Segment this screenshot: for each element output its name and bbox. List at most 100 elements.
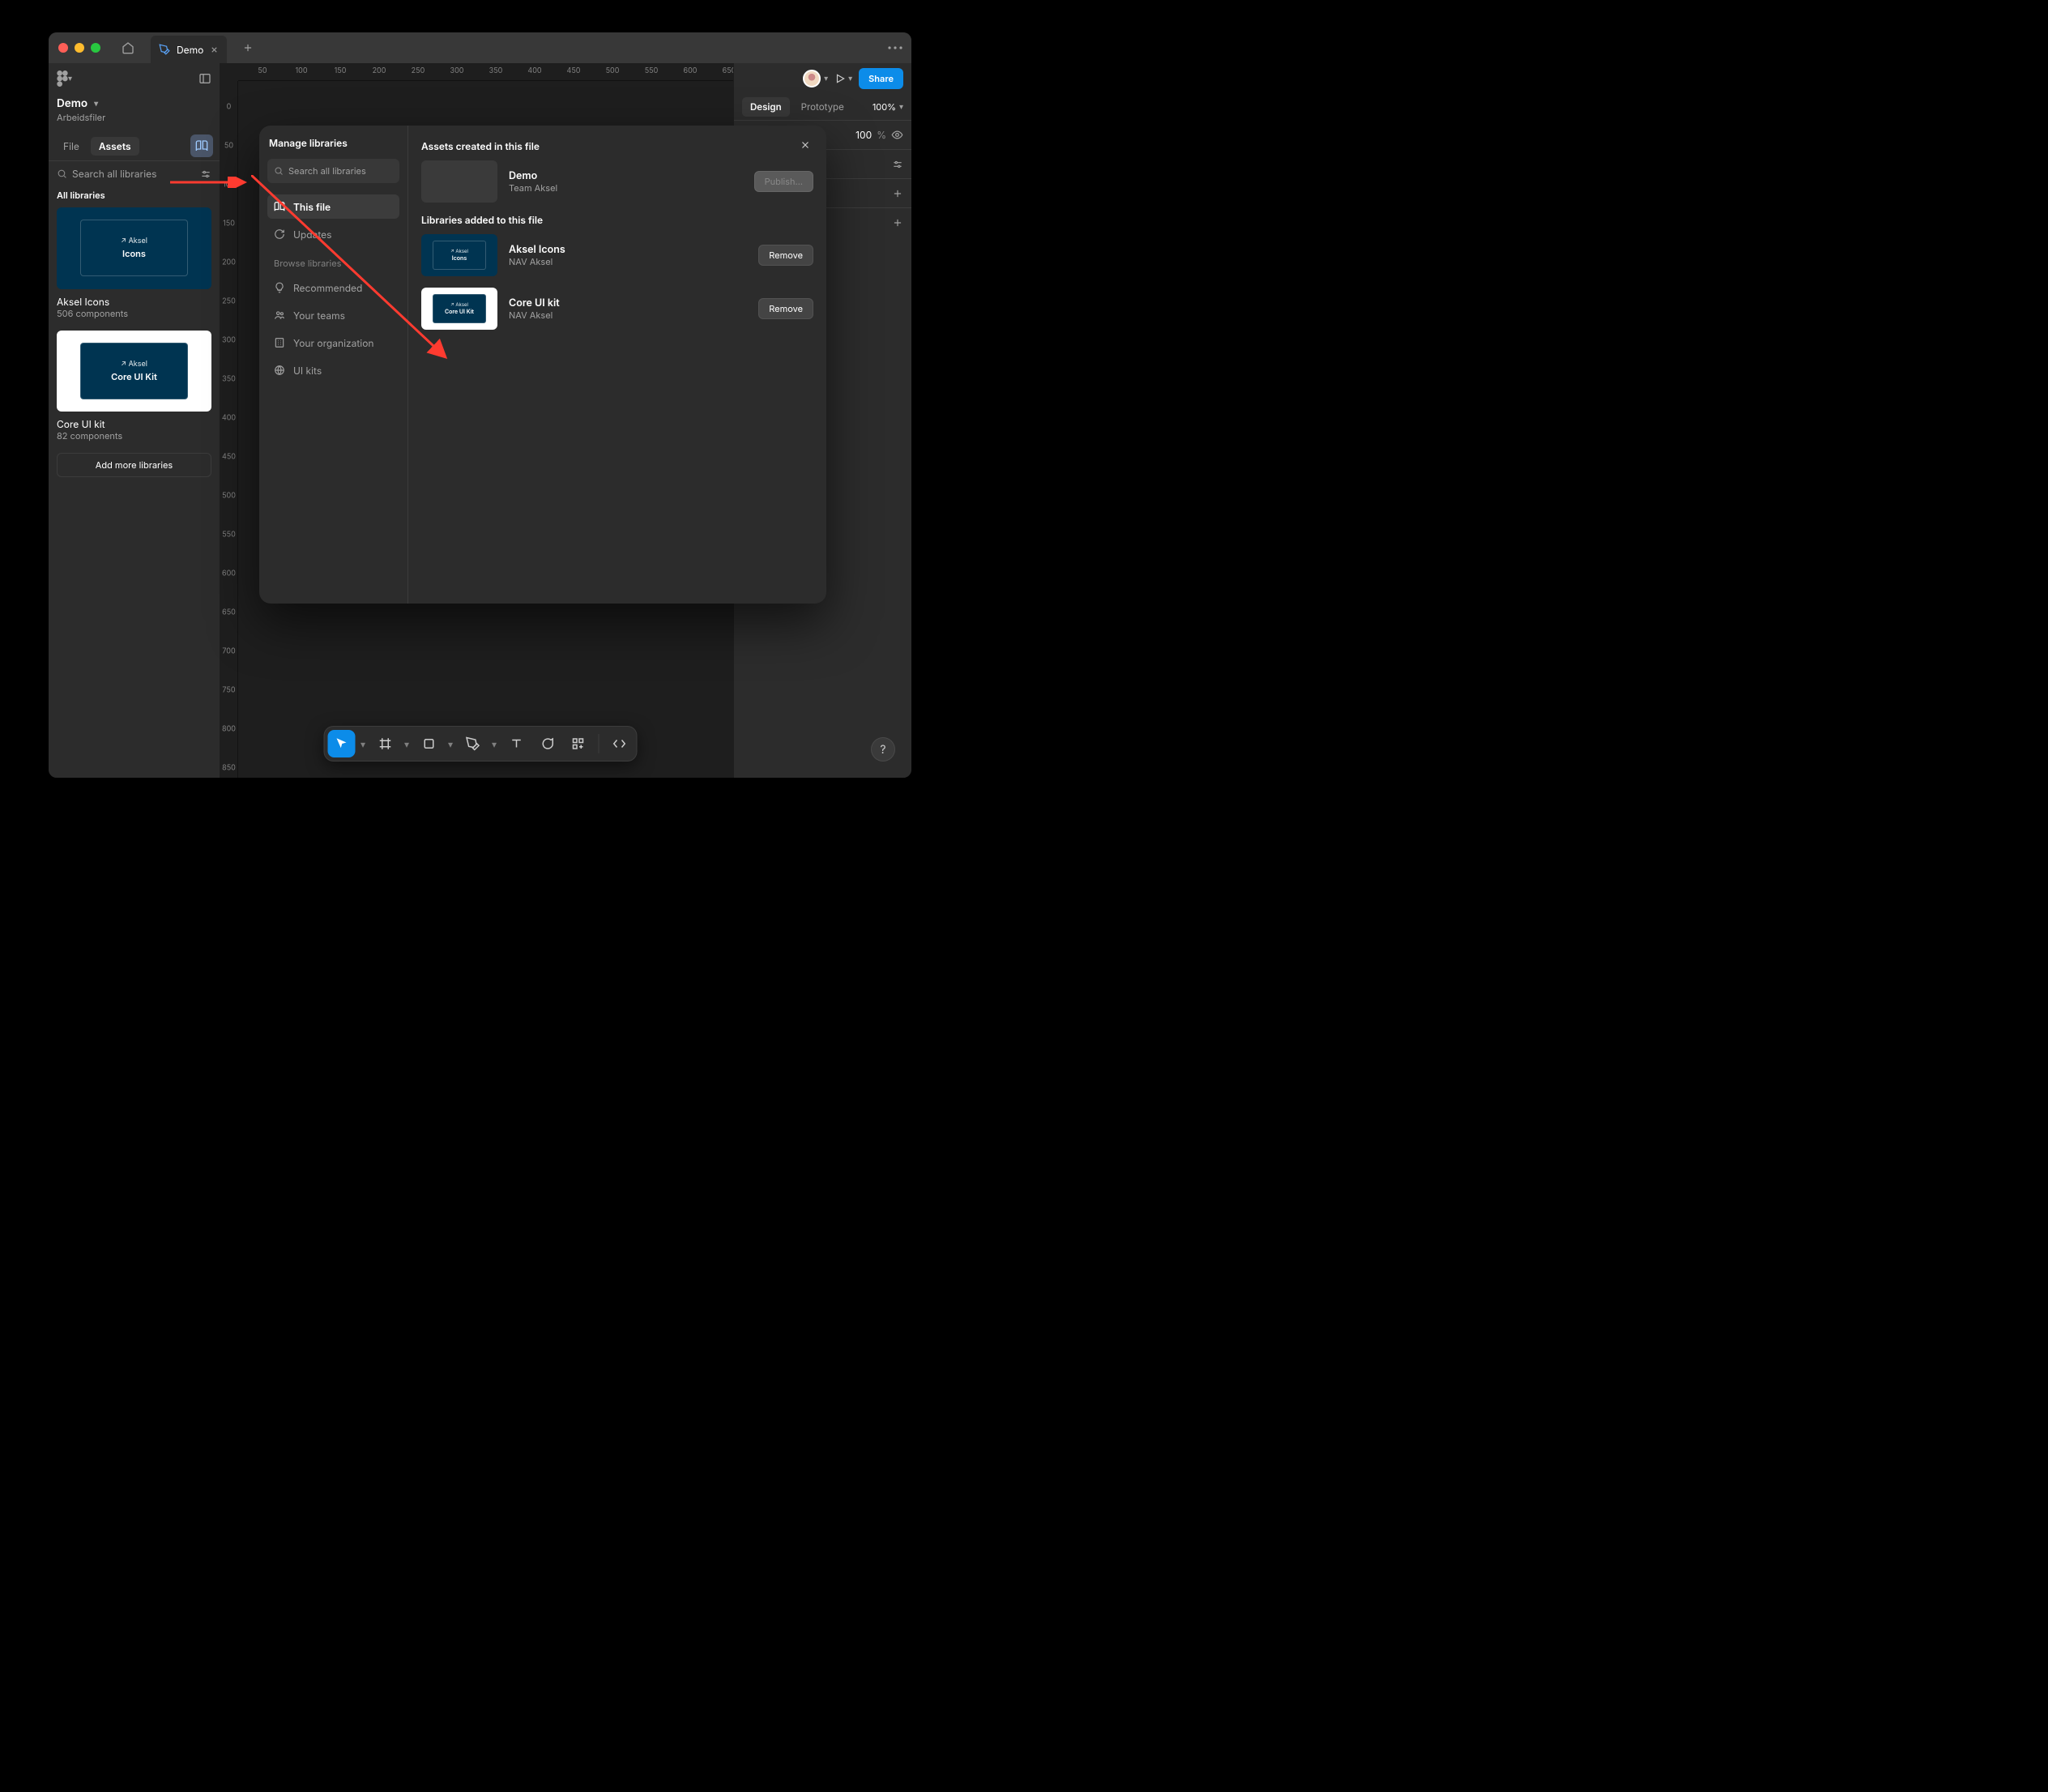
modal-main: Assets created in this file Demo Team Ak… (408, 126, 826, 604)
bottom-toolbar: ▾ ▾ ▾ ▾ (323, 726, 637, 762)
left-panel: ▾ Demo ▾ Arbeidsfiler File Assets (49, 63, 220, 778)
remove-library-button[interactable]: Remove (758, 245, 813, 266)
present-button[interactable]: ▾ (834, 73, 852, 84)
library-card[interactable]: ↗ Aksel Core UI Kit Core UI kit 82 compo… (49, 331, 220, 454)
building-icon (274, 337, 285, 348)
app-window: Demo (49, 32, 911, 778)
actions-tool[interactable] (564, 730, 591, 757)
zoom-dropdown[interactable]: 100%▾ (873, 101, 903, 113)
page-opacity-unit: % (877, 129, 886, 141)
nav-this-file[interactable]: This file (267, 194, 399, 219)
add-export-icon[interactable] (892, 188, 903, 199)
local-styles-settings-icon[interactable] (892, 159, 903, 170)
publish-button[interactable]: Publish… (754, 171, 813, 192)
tab-assets[interactable]: Assets (91, 137, 139, 156)
window-controls (58, 43, 105, 53)
comment-tool[interactable] (533, 730, 561, 757)
share-button[interactable]: Share (859, 68, 903, 89)
new-tab-button[interactable] (235, 42, 261, 53)
close-tab-icon[interactable] (210, 45, 219, 54)
titlebar-more-button[interactable] (879, 46, 911, 49)
pen-tool-caret[interactable]: ▾ (489, 738, 499, 750)
help-button[interactable]: ? (871, 737, 895, 762)
manage-libraries-modal: Manage libraries Search all libraries Th… (259, 126, 826, 604)
file-location[interactable]: Arbeidsfiler (49, 112, 220, 131)
shape-tool-caret[interactable]: ▾ (446, 738, 455, 750)
nav-recommended[interactable]: Recommended (267, 275, 399, 300)
pen-tool[interactable] (459, 730, 486, 757)
add-plugin-icon[interactable] (892, 217, 903, 228)
library-subtitle: NAV Aksel (509, 256, 747, 267)
visibility-icon[interactable] (891, 129, 903, 141)
maximize-window-button[interactable] (91, 43, 100, 53)
file-asset-subtitle: Team Aksel (509, 182, 743, 194)
frame-tool-caret[interactable]: ▾ (402, 738, 412, 750)
tab-design[interactable]: Design (742, 97, 790, 117)
figma-logo-menu[interactable]: ▾ (57, 70, 72, 87)
move-tool[interactable] (327, 730, 355, 757)
panels-icon[interactable] (198, 72, 211, 85)
library-title: Core UI kit (57, 418, 211, 430)
library-subtitle: 82 components (57, 430, 211, 442)
home-tab[interactable] (113, 34, 143, 62)
library-thumbnail: ↗ Aksel Core UI Kit (57, 331, 211, 412)
lightbulb-icon (274, 282, 285, 293)
nav-ui-kits[interactable]: UI kits (267, 358, 399, 382)
filter-icon[interactable] (200, 169, 211, 180)
minimize-window-button[interactable] (75, 43, 84, 53)
library-title: Aksel Icons (509, 244, 747, 256)
text-tool[interactable] (502, 730, 530, 757)
file-asset-thumbnail (421, 160, 497, 203)
file-name[interactable]: Demo ▾ (49, 94, 220, 112)
ruler-horizontal: 50100150200250300350400450500550600650 (238, 63, 733, 81)
file-asset-title: Demo (509, 170, 743, 182)
nav-updates[interactable]: Updates (267, 222, 399, 246)
people-icon (274, 309, 285, 321)
library-subtitle: 506 components (57, 308, 211, 319)
library-title: Aksel Icons (57, 296, 211, 308)
assets-search-input[interactable]: Search all libraries (57, 168, 195, 180)
shape-tool[interactable] (415, 730, 442, 757)
all-libraries-heading: All libraries (49, 186, 220, 207)
file-tab-label: Demo (177, 44, 203, 56)
frame-tool[interactable] (371, 730, 399, 757)
avatar[interactable]: ▾ (803, 70, 828, 87)
page-opacity-value[interactable]: 100 (855, 129, 872, 141)
library-thumbnail: ↗ Aksel Core UI Kit (421, 288, 497, 330)
modal-close-button[interactable] (796, 135, 815, 155)
home-icon (122, 41, 134, 54)
globe-icon (274, 365, 285, 376)
library-thumbnail: ↗ Aksel Icons (421, 234, 497, 276)
nav-your-org[interactable]: Your organization (267, 331, 399, 355)
libraries-added-heading: Libraries added to this file (421, 214, 813, 226)
remove-library-button[interactable]: Remove (758, 298, 813, 319)
library-card[interactable]: ↗ Aksel Icons Aksel Icons 506 components (49, 207, 220, 331)
refresh-icon (274, 228, 285, 240)
assets-created-heading: Assets created in this file (421, 140, 813, 152)
tab-file[interactable]: File (55, 137, 87, 156)
modal-title: Manage libraries (267, 135, 399, 156)
nav-your-teams[interactable]: Your teams (267, 303, 399, 327)
nav-browse-label: Browse libraries (267, 250, 399, 272)
modal-search-input[interactable]: Search all libraries (267, 159, 399, 183)
add-more-libraries-button[interactable]: Add more libraries (57, 453, 211, 477)
search-icon (274, 166, 284, 176)
book-icon (274, 201, 285, 212)
book-icon (195, 139, 208, 152)
titlebar: Demo (49, 32, 911, 63)
library-row: ↗ Aksel Core UI Kit Core UI kit NAV Akse… (421, 288, 813, 330)
tab-prototype[interactable]: Prototype (793, 97, 852, 117)
search-icon (57, 169, 67, 179)
file-tab[interactable]: Demo (151, 36, 227, 63)
move-tool-caret[interactable]: ▾ (358, 738, 368, 750)
library-thumbnail: ↗ Aksel Icons (57, 207, 211, 289)
pen-icon (159, 44, 170, 55)
file-asset-row: Demo Team Aksel Publish… (421, 160, 813, 203)
library-subtitle: NAV Aksel (509, 309, 747, 321)
libraries-button[interactable] (190, 134, 213, 157)
modal-sidebar: Manage libraries Search all libraries Th… (259, 126, 408, 604)
close-window-button[interactable] (58, 43, 68, 53)
library-title: Core UI kit (509, 297, 747, 309)
library-row: ↗ Aksel Icons Aksel Icons NAV Aksel Remo… (421, 234, 813, 276)
devmode-toggle[interactable] (605, 730, 633, 757)
